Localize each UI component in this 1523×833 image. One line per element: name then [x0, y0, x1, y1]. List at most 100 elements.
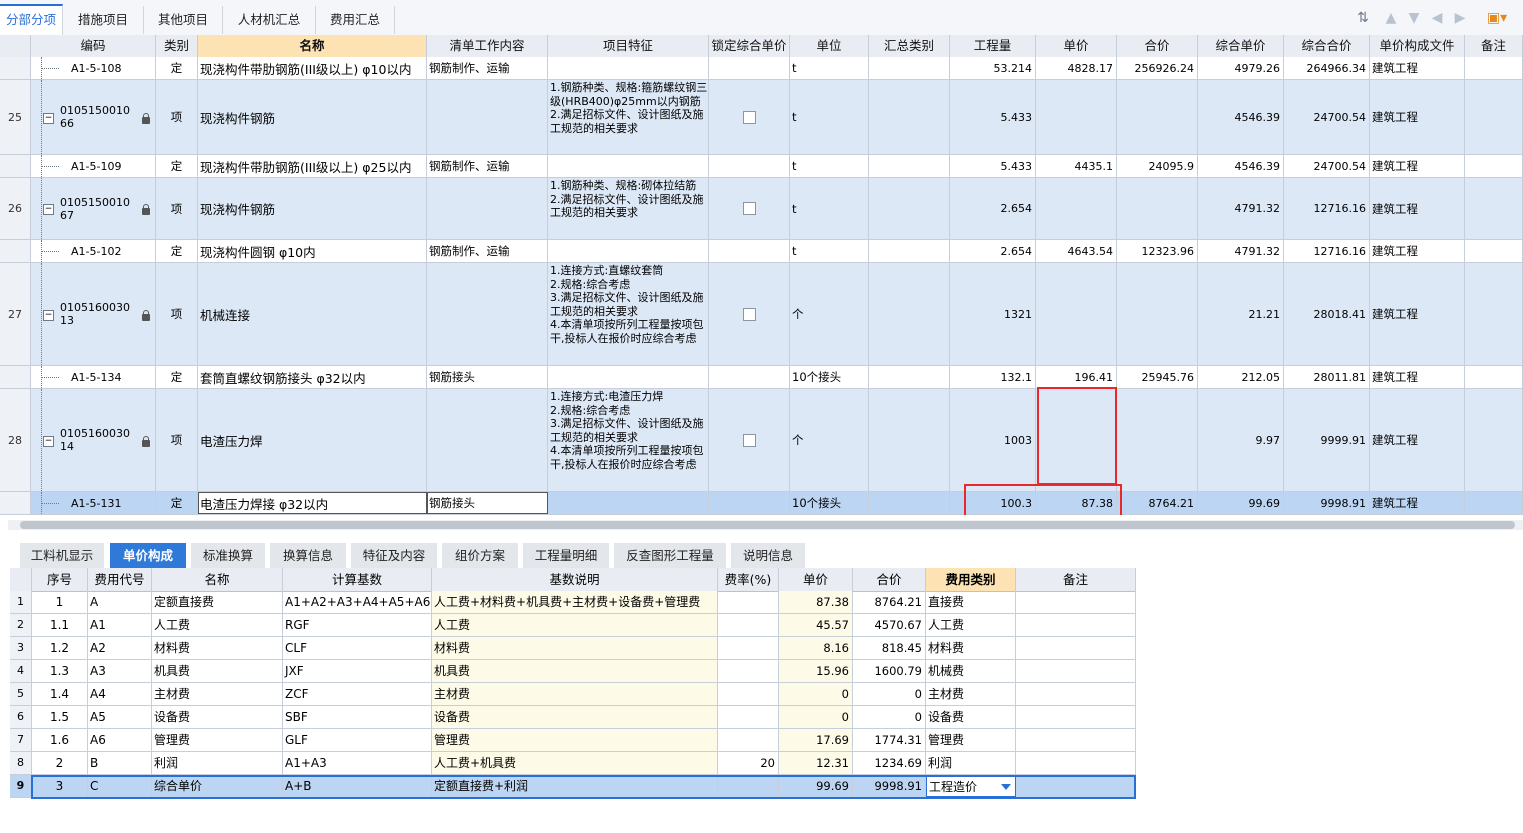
- header-content[interactable]: 清单工作内容: [427, 35, 548, 57]
- bcell-cat[interactable]: 设备费: [926, 706, 1016, 728]
- lock-price-checkbox[interactable]: [742, 433, 756, 447]
- cell-price[interactable]: [1036, 178, 1117, 239]
- cell-unit[interactable]: t: [790, 80, 869, 154]
- header-file[interactable]: 单价构成文件: [1370, 35, 1465, 57]
- cell-qty[interactable]: 2.654: [950, 240, 1036, 262]
- bill-item-row[interactable]: 28−010516003014 项电渣压力焊 1.连接方式:电渣压力焊 2.规格:综…: [0, 389, 1523, 492]
- cell-category[interactable]: [869, 366, 950, 388]
- cell-code[interactable]: −010515001066: [31, 80, 156, 154]
- bcell-price[interactable]: 45.57: [779, 614, 853, 636]
- cell-content[interactable]: [427, 389, 548, 491]
- bcell-rate[interactable]: [718, 637, 779, 659]
- cell-unit[interactable]: t: [790, 155, 869, 177]
- cell-feature[interactable]: 1.钢筋种类、规格:砌体拉结筋 2.满足招标文件、设计图纸及施工规范的相关要求: [548, 178, 709, 239]
- cell-total[interactable]: [1117, 178, 1198, 239]
- cell-name[interactable]: 电渣压力焊: [198, 389, 427, 491]
- bcell-name[interactable]: 设备费: [152, 706, 283, 728]
- cell-category[interactable]: [869, 80, 950, 154]
- bcell-desc[interactable]: 机具费: [432, 660, 718, 682]
- bcell-desc[interactable]: 材料费: [432, 637, 718, 659]
- bcell-price[interactable]: 87.38: [779, 591, 853, 613]
- bcell-total[interactable]: 0: [853, 683, 926, 705]
- bcell-code[interactable]: A3: [88, 660, 152, 682]
- cell-ctotal[interactable]: 24700.54: [1284, 155, 1370, 177]
- cell-lock[interactable]: [709, 263, 790, 365]
- tab-biaozhun-huansuan[interactable]: 标准换算: [191, 543, 266, 568]
- scrollbar-thumb[interactable]: [20, 521, 1515, 529]
- bcell-code[interactable]: A5: [88, 706, 152, 728]
- cell-type[interactable]: 项: [156, 178, 198, 239]
- cell-total[interactable]: [1117, 263, 1198, 365]
- cell-total[interactable]: 8764.21: [1117, 492, 1198, 514]
- tab-fancha[interactable]: 反查图形工程量: [614, 543, 727, 568]
- price-component-row[interactable]: 7 1.6 A6 管理费 GLF 管理费 17.69 1774.31 管理费: [10, 729, 1136, 752]
- cell-feature[interactable]: [548, 492, 709, 514]
- bcell-total[interactable]: 1234.69: [853, 752, 926, 774]
- cell-content[interactable]: 钢筋接头: [427, 366, 548, 388]
- cell-content[interactable]: 钢筋制作、运输: [427, 57, 548, 79]
- cell-note[interactable]: [1465, 263, 1523, 365]
- price-component-row[interactable]: 3 1.2 A2 材料费 CLF 材料费 8.16 818.45 材料费: [10, 637, 1136, 660]
- quota-row[interactable]: A1-5-109 定现浇构件带肋钢筋(III级以上) φ25以内 钢筋制作、运输 t 5…: [0, 155, 1523, 178]
- bcell-seq[interactable]: 1.5: [32, 706, 88, 728]
- cell-cprice[interactable]: 99.69: [1198, 492, 1284, 514]
- cell-feature[interactable]: 1.钢筋种类、规格:箍筋螺纹钢三级(HRB400)φ25mm以内钢筋 2.满足招…: [548, 80, 709, 154]
- bcell-price[interactable]: 0: [779, 683, 853, 705]
- tab-cuoshi[interactable]: 措施项目: [63, 6, 144, 34]
- header-lock[interactable]: 锁定综合单价: [709, 35, 790, 57]
- cell-total[interactable]: 24095.9: [1117, 155, 1198, 177]
- cell-unit[interactable]: t: [790, 178, 869, 239]
- tab-danjia-goucheng[interactable]: 单价构成: [110, 543, 187, 568]
- cell-type[interactable]: 定: [156, 57, 198, 79]
- cell-cprice[interactable]: 4546.39: [1198, 155, 1284, 177]
- bcell-base[interactable]: JXF: [283, 660, 432, 682]
- cell-cprice[interactable]: 4546.39: [1198, 80, 1284, 154]
- bheader-name[interactable]: 名称: [152, 568, 283, 591]
- bill-item-row[interactable]: 25−010515001066 项现浇构件钢筋 1.钢筋种类、规格:箍筋螺纹钢三级(…: [0, 80, 1523, 155]
- bcell-note[interactable]: [1016, 752, 1136, 774]
- lock-price-checkbox[interactable]: [742, 110, 756, 124]
- bcell-base[interactable]: A1+A2+A3+A4+A5+A6: [283, 591, 432, 613]
- bcell-rate[interactable]: [718, 729, 779, 751]
- bcell-desc[interactable]: 人工费+机具费: [432, 752, 718, 774]
- cell-name[interactable]: 现浇构件带肋钢筋(III级以上) φ10以内: [198, 57, 427, 79]
- header-unit[interactable]: 单位: [790, 35, 869, 57]
- bcell-rate[interactable]: [718, 614, 779, 636]
- cell-note[interactable]: [1465, 366, 1523, 388]
- bcell-name[interactable]: 定额直接费: [152, 591, 283, 613]
- header-note[interactable]: 备注: [1465, 35, 1523, 57]
- cell-code[interactable]: −010516003013: [31, 263, 156, 365]
- cell-content[interactable]: 钢筋接头: [427, 492, 548, 514]
- cell-price[interactable]: 196.41: [1036, 366, 1117, 388]
- cell-name[interactable]: 现浇构件带肋钢筋(III级以上) φ25以内: [198, 155, 427, 177]
- cell-category[interactable]: [869, 178, 950, 239]
- bcell-desc[interactable]: 主材费: [432, 683, 718, 705]
- header-code[interactable]: 编码: [31, 35, 156, 57]
- cell-code[interactable]: A1-5-102: [31, 240, 156, 262]
- bcell-seq[interactable]: 1.1: [32, 614, 88, 636]
- bheader-code[interactable]: 费用代号: [88, 568, 152, 591]
- cell-lock[interactable]: [709, 155, 790, 177]
- bcell-note[interactable]: [1016, 591, 1136, 613]
- arrow-down-icon[interactable]: ▼: [1405, 10, 1423, 26]
- cell-cprice[interactable]: 4791.32: [1198, 178, 1284, 239]
- bcell-cat[interactable]: 材料费: [926, 637, 1016, 659]
- tab-gongchengliang[interactable]: 工程量明细: [523, 543, 610, 568]
- header-ctotal[interactable]: 综合合价: [1284, 35, 1370, 57]
- bheader-desc[interactable]: 基数说明: [432, 568, 718, 591]
- cell-category[interactable]: [869, 263, 950, 365]
- cell-type[interactable]: 项: [156, 80, 198, 154]
- arrow-left-icon[interactable]: ◀: [1428, 10, 1446, 26]
- quota-row[interactable]: A1-5-108 定现浇构件带肋钢筋(III级以上) φ10以内 钢筋制作、运输 t 5…: [0, 57, 1523, 80]
- cell-content[interactable]: 钢筋制作、运输: [427, 240, 548, 262]
- bcell-price[interactable]: 17.69: [779, 729, 853, 751]
- cell-type[interactable]: 定: [156, 155, 198, 177]
- cell-category[interactable]: [869, 155, 950, 177]
- bcell-note[interactable]: [1016, 706, 1136, 728]
- bcell-note[interactable]: [1016, 729, 1136, 751]
- cell-file[interactable]: 建筑工程: [1370, 240, 1465, 262]
- cell-total[interactable]: [1117, 80, 1198, 154]
- bcell-desc[interactable]: 管理费: [432, 729, 718, 751]
- bheader-price[interactable]: 单价: [779, 568, 853, 591]
- bcell-base[interactable]: SBF: [283, 706, 432, 728]
